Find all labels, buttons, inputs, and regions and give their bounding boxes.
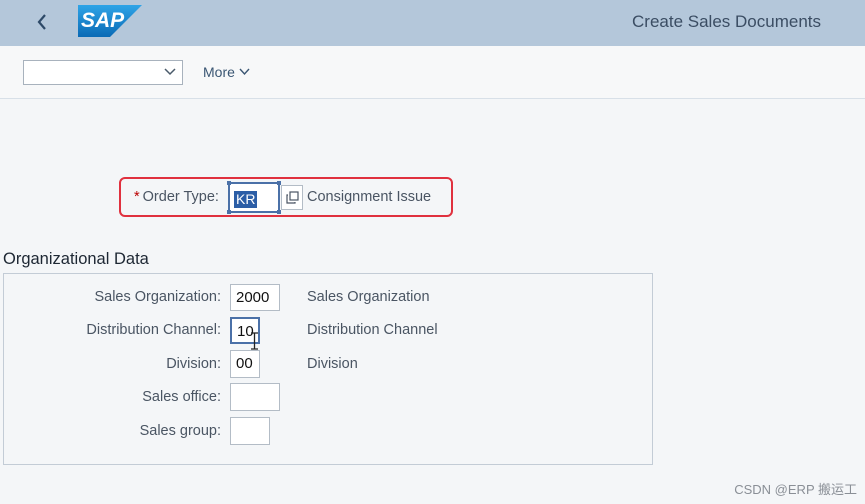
- variant-select[interactable]: [23, 60, 183, 85]
- value-help-icon: [285, 191, 299, 204]
- sales-org-description: Sales Organization: [307, 289, 430, 305]
- section-title: Organizational Data: [3, 250, 149, 268]
- distribution-channel-description: Distribution Channel: [307, 322, 438, 338]
- order-type-value: KR: [234, 191, 258, 208]
- order-type-description: Consignment Issue: [307, 189, 432, 205]
- shell-bar: SAP Create Sales Documents: [0, 0, 865, 46]
- division-description: Division: [307, 356, 358, 372]
- chevron-down-icon: [164, 68, 176, 76]
- more-button[interactable]: More: [203, 64, 250, 80]
- order-type-label: * Order Type:: [134, 189, 219, 205]
- sales-group-label: Sales group:: [139, 423, 221, 439]
- selection-handle: [227, 210, 231, 214]
- sales-office-label: Sales office:: [142, 389, 221, 405]
- text-cursor-icon: [251, 332, 258, 350]
- more-label: More: [203, 64, 235, 80]
- logo-text: SAP: [81, 9, 125, 32]
- sales-office-input[interactable]: [230, 383, 280, 411]
- value-help-button[interactable]: [281, 185, 303, 210]
- order-type-label-text: Order Type:: [142, 189, 219, 205]
- selection-handle: [227, 181, 231, 185]
- selection-handle: [277, 210, 281, 214]
- required-mark: *: [134, 189, 140, 205]
- sales-group-input[interactable]: [230, 417, 270, 445]
- watermark: CSDN @ERP 搬运工: [734, 482, 857, 497]
- sales-org-input[interactable]: 2000: [230, 284, 280, 311]
- chevron-down-icon: [239, 68, 250, 76]
- back-button[interactable]: [30, 8, 54, 36]
- order-type-input[interactable]: KR: [227, 181, 281, 214]
- division-input[interactable]: 00: [230, 350, 260, 378]
- sap-logo: SAP: [78, 5, 142, 37]
- chevron-left-icon: [37, 14, 46, 30]
- division-label: Division:: [166, 356, 221, 372]
- app-title: Create Sales Documents: [632, 12, 821, 31]
- sales-org-label: Sales Organization:: [94, 289, 221, 305]
- toolbar: More: [0, 46, 865, 99]
- distribution-channel-label: Distribution Channel:: [86, 322, 221, 338]
